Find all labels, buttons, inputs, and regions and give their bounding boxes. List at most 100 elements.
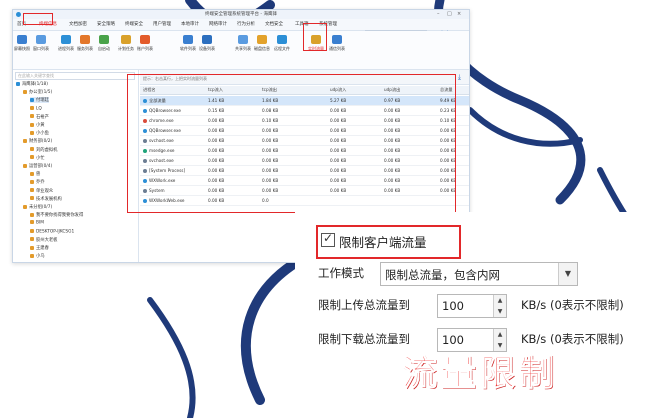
computer-icon: [30, 196, 34, 201]
tree-item[interactable]: 海鹰锋(1/18): [16, 81, 48, 87]
tree-item-label: 办公室(1/5): [29, 90, 53, 96]
tree-item[interactable]: 王建春: [30, 245, 49, 251]
computer-icon: [30, 245, 34, 250]
service-list-icon: [80, 35, 90, 44]
tree-item[interactable]: 我不要你找得我要你发得: [30, 212, 83, 218]
tree-item-label: 胶州大老板: [36, 237, 58, 243]
terminal-tree-panel: 在此输入关键字查找 海鹰锋(1/18) 办公室(1/5) 付瑞廷 LQ 石裕产小黄小小鱼…: [13, 70, 139, 262]
menu-bar: 首页 终端信息 文档加密 安全策略 终端安全 用户管理 本地审计 网络审计 行为…: [13, 19, 469, 38]
computer-icon: [30, 188, 34, 193]
tree-item-label: 王建春: [36, 246, 49, 251]
tree-item[interactable]: DESKTOP-IJKCSG1: [30, 228, 75, 235]
computer-icon: [30, 237, 34, 242]
chevron-down-icon[interactable]: ▼: [558, 263, 577, 285]
window-list-button[interactable]: 窗口列表: [32, 35, 50, 52]
screenshot-icon: [17, 35, 27, 44]
tree-item[interactable]: 小乌: [30, 253, 45, 259]
autostart-button[interactable]: 自启动: [95, 35, 113, 52]
share-list-button[interactable]: 共享列表: [234, 35, 252, 52]
limit-client-traffic-checkbox[interactable]: ✓: [321, 231, 335, 247]
limit-client-traffic-label: 限制客户端流量: [339, 235, 427, 250]
menu-item-local-audit[interactable]: 本地审计: [181, 21, 199, 27]
tree-item[interactable]: BIM: [30, 220, 44, 226]
tree-item-label: 兽: [36, 172, 41, 178]
tree-item[interactable]: 胶州大老板: [30, 237, 57, 243]
download-limit-label: 限制下载总流量到: [318, 332, 410, 346]
tree-item[interactable]: 小忙: [30, 155, 45, 161]
upload-spin-buttons[interactable]: ▲ ▼: [493, 295, 506, 317]
menu-highlight-box: [23, 13, 53, 25]
tree-item[interactable]: 刘的虚拟机: [30, 147, 57, 153]
tree-item[interactable]: 付瑞廷: [30, 97, 49, 104]
menu-item-terminal-security[interactable]: 终端安全: [125, 21, 143, 27]
tree-item-label: 未分组(0/7): [29, 205, 53, 210]
tree-item[interactable]: 未分组(0/7): [23, 204, 52, 210]
maximize-icon[interactable]: □: [447, 11, 452, 17]
spin-up-icon[interactable]: ▲: [494, 329, 506, 340]
computer-icon: [30, 114, 34, 119]
process-list-button[interactable]: 进程列表: [57, 35, 75, 52]
tree-item[interactable]: 运营部(0/4): [23, 163, 52, 169]
tree-item-label: 单业观众: [36, 188, 54, 194]
service-list-button[interactable]: 服务列表: [76, 35, 94, 52]
tree-item[interactable]: 小小鱼: [30, 130, 49, 136]
tree-item[interactable]: 办公室(1/5): [23, 89, 52, 95]
software-list-button[interactable]: 软件列表: [179, 35, 197, 52]
tree-item-label: 小黄: [36, 123, 45, 128]
tree-item-label: 石裕产: [36, 114, 49, 120]
comm-list-button[interactable]: 通信列表: [328, 35, 346, 52]
menu-item-user-manage[interactable]: 用户管理: [153, 21, 171, 27]
upload-limit-stepper[interactable]: 100 ▲ ▼: [437, 294, 507, 318]
tree-item-label: 我不要你找得我要你发得: [36, 213, 84, 219]
comm-list-icon: [332, 35, 342, 44]
folder-icon: [23, 89, 27, 94]
screenshot-button[interactable]: 屏幕快照: [13, 35, 31, 52]
close-icon[interactable]: ×: [457, 11, 461, 17]
download-icon[interactable]: ⤓: [458, 73, 461, 82]
tree-search-input[interactable]: 在此输入关键字查找: [15, 72, 135, 80]
device-list-button[interactable]: 设备列表: [198, 35, 216, 52]
menu-item-doc-security[interactable]: 文档安全: [265, 21, 283, 27]
work-mode-value: 限制总流量，包含内网: [385, 268, 500, 282]
tree-item-label: 小小鱼: [36, 131, 49, 137]
account-list-button[interactable]: 账户列表: [136, 35, 154, 52]
work-mode-select[interactable]: 限制总流量，包含内网 ▼: [380, 262, 578, 286]
disk-info-button[interactable]: 磁盘信息: [253, 35, 271, 52]
tree-item-label: 运营部(0/4): [29, 164, 53, 169]
table-highlight-box: [127, 74, 456, 213]
computer-icon: [30, 171, 34, 176]
tree-item[interactable]: 乔乔: [30, 179, 45, 185]
remote-file-icon: [277, 35, 287, 44]
computer-icon: [30, 179, 34, 184]
tree-item-label: BIM: [36, 220, 44, 226]
spin-down-icon[interactable]: ▼: [494, 306, 506, 317]
tree-item[interactable]: 兽: [30, 171, 40, 177]
tree-item[interactable]: 单业观众: [30, 188, 53, 194]
tree-item[interactable]: 小黄: [30, 122, 45, 128]
tree-item-label: 技术发展机构: [36, 196, 62, 202]
tree-item-label: 小忙: [36, 155, 45, 161]
tree-item-label: DESKTOP-IJKCSG1: [36, 229, 75, 235]
scheduled-task-button[interactable]: 计划任务: [117, 35, 135, 52]
account-list-icon: [140, 35, 150, 44]
tree-item[interactable]: LQ: [30, 105, 42, 111]
tree-item-label: 乔乔: [36, 180, 45, 186]
upload-limit-label: 限制上传总流量到: [318, 298, 410, 312]
menu-item-security-policy[interactable]: 安全策略: [97, 21, 115, 27]
tree-item-label: 财务部(0/2): [29, 139, 53, 145]
remote-file-button[interactable]: 远程文件: [273, 35, 291, 52]
folder-icon: [23, 204, 27, 209]
title-bar: 终端安全管理系统管理平台 - 海鹰锋 – □ ×: [13, 10, 469, 19]
scheduled-task-icon: [121, 35, 131, 44]
spin-up-icon[interactable]: ▲: [494, 295, 506, 306]
minimize-icon[interactable]: –: [437, 11, 440, 17]
tree-item[interactable]: 财务部(0/2): [23, 138, 52, 144]
computer-icon: [30, 130, 34, 135]
autostart-icon: [99, 35, 109, 44]
menu-item-network-audit[interactable]: 网络审计: [209, 21, 227, 27]
tree-item[interactable]: 技术发展机构: [30, 196, 62, 202]
tree-item-label: 刘的虚拟机: [36, 147, 58, 153]
menu-item-behavior-analysis[interactable]: 行为分析: [237, 21, 255, 27]
menu-item-doc-encrypt[interactable]: 文档加密: [69, 21, 87, 27]
tree-item[interactable]: 石裕产: [30, 114, 49, 120]
